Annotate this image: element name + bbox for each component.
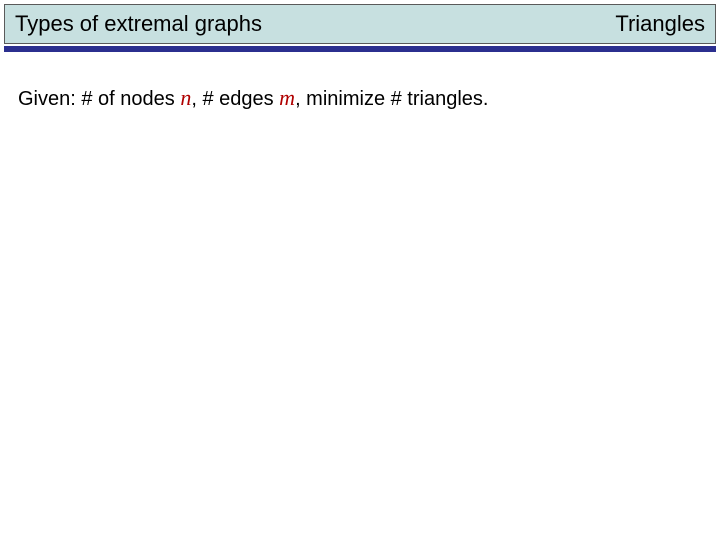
variable-m: m <box>279 85 295 110</box>
slide-body: Given: # of nodes n, # edges m, minimize… <box>18 84 702 113</box>
header-underline <box>4 46 716 52</box>
header-title-left: Types of extremal graphs <box>15 11 262 37</box>
variable-n: n <box>180 85 191 110</box>
header-title-right: Triangles <box>615 11 705 37</box>
slide-header: Types of extremal graphs Triangles <box>4 4 716 44</box>
slide: Types of extremal graphs Triangles Given… <box>0 0 720 540</box>
body-text-part2: , # edges <box>191 88 279 110</box>
body-text-part3: , minimize # triangles. <box>295 88 488 110</box>
body-text-part1: Given: # of nodes <box>18 88 180 110</box>
